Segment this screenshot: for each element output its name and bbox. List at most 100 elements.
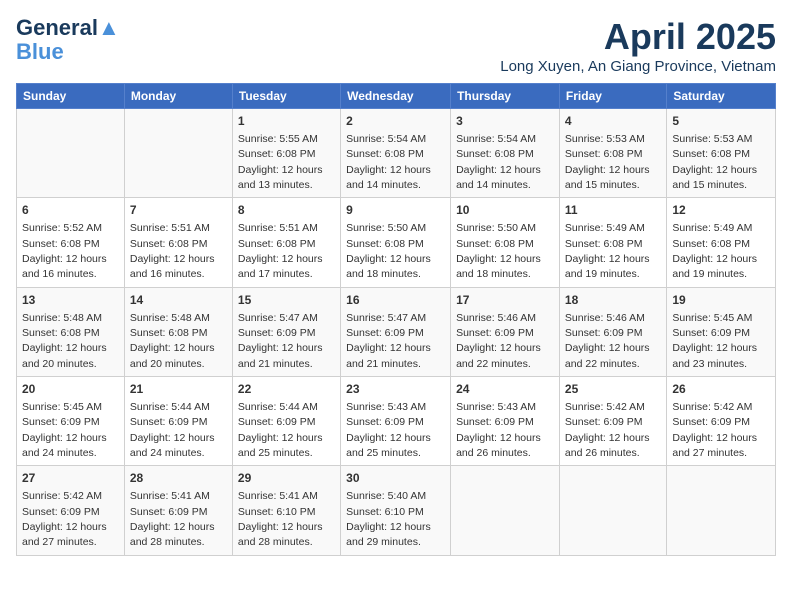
- calendar-cell: 22 Sunrise: 5:44 AM Sunset: 6:09 PM Dayli…: [232, 377, 340, 466]
- page-header: General▲ Blue April 2025 Long Xuyen, An …: [16, 16, 776, 75]
- calendar-cell: 18 Sunrise: 5:46 AM Sunset: 6:09 PM Dayli…: [559, 287, 666, 376]
- day-number: 26: [672, 381, 770, 398]
- day-info: Sunrise: 5:50 AM Sunset: 6:08 PM Dayligh…: [456, 222, 541, 280]
- day-number: 12: [672, 202, 770, 219]
- day-info: Sunrise: 5:51 AM Sunset: 6:08 PM Dayligh…: [130, 222, 215, 280]
- day-number: 13: [22, 292, 119, 309]
- header-sunday: Sunday: [17, 84, 125, 109]
- calendar-cell: 6 Sunrise: 5:52 AM Sunset: 6:08 PM Daylig…: [17, 198, 125, 287]
- day-info: Sunrise: 5:48 AM Sunset: 6:08 PM Dayligh…: [22, 312, 107, 370]
- day-info: Sunrise: 5:48 AM Sunset: 6:08 PM Dayligh…: [130, 312, 215, 370]
- day-number: 5: [672, 113, 770, 130]
- day-number: 4: [565, 113, 661, 130]
- title-block: April 2025 Long Xuyen, An Giang Province…: [500, 16, 776, 75]
- day-number: 23: [346, 381, 445, 398]
- calendar-cell: 1 Sunrise: 5:55 AM Sunset: 6:08 PM Daylig…: [232, 109, 340, 198]
- day-number: 21: [130, 381, 227, 398]
- calendar-cell: 15Sunrise: 5:47 AM Sunset: 6:09 PM Dayli…: [232, 287, 340, 376]
- calendar-subtitle: Long Xuyen, An Giang Province, Vietnam: [500, 58, 776, 75]
- day-info: Sunrise: 5:42 AM Sunset: 6:09 PM Dayligh…: [565, 401, 650, 459]
- calendar-cell: 10 Sunrise: 5:50 AM Sunset: 6:08 PM Dayli…: [451, 198, 560, 287]
- day-info: Sunrise: 5:46 AM Sunset: 6:09 PM Dayligh…: [456, 312, 541, 370]
- calendar-cell: 26 Sunrise: 5:42 AM Sunset: 6:09 PM Dayli…: [667, 377, 776, 466]
- day-info: Sunrise: 5:41 AM Sunset: 6:10 PM Dayligh…: [238, 490, 323, 548]
- calendar-cell: 14 Sunrise: 5:48 AM Sunset: 6:08 PM Dayli…: [124, 287, 232, 376]
- calendar-table: SundayMondayTuesdayWednesdayThursdayFrid…: [16, 83, 776, 556]
- day-number: 1: [238, 113, 335, 130]
- calendar-cell: 21 Sunrise: 5:44 AM Sunset: 6:09 PM Dayli…: [124, 377, 232, 466]
- day-number: 18: [565, 292, 661, 309]
- day-info: Sunrise: 5:53 AM Sunset: 6:08 PM Dayligh…: [672, 133, 757, 191]
- day-number: 6: [22, 202, 119, 219]
- calendar-cell: 2 Sunrise: 5:54 AM Sunset: 6:08 PM Daylig…: [341, 109, 451, 198]
- day-info: Sunrise: 5:46 AM Sunset: 6:09 PM Dayligh…: [565, 312, 650, 370]
- day-number: 2: [346, 113, 445, 130]
- day-info: Sunrise: 5:41 AM Sunset: 6:09 PM Dayligh…: [130, 490, 215, 548]
- calendar-cell: 19 Sunrise: 5:45 AM Sunset: 6:09 PM Dayli…: [667, 287, 776, 376]
- day-info: Sunrise: 5:55 AM Sunset: 6:08 PM Dayligh…: [238, 133, 323, 191]
- day-info: Sunrise: 5:54 AM Sunset: 6:08 PM Dayligh…: [346, 133, 431, 191]
- calendar-body: 1 Sunrise: 5:55 AM Sunset: 6:08 PM Daylig…: [17, 109, 776, 556]
- day-info: Sunrise: 5:44 AM Sunset: 6:09 PM Dayligh…: [238, 401, 323, 459]
- day-info: Sunrise: 5:51 AM Sunset: 6:08 PM Dayligh…: [238, 222, 323, 280]
- calendar-cell: [451, 466, 560, 555]
- calendar-week-4: 27 Sunrise: 5:42 AM Sunset: 6:09 PM Dayli…: [17, 466, 776, 555]
- logo-text-line1: General▲: [16, 16, 120, 40]
- logo: General▲ Blue: [16, 16, 120, 64]
- header-friday: Friday: [559, 84, 666, 109]
- day-info: Sunrise: 5:53 AM Sunset: 6:08 PM Dayligh…: [565, 133, 650, 191]
- calendar-cell: 29 Sunrise: 5:41 AM Sunset: 6:10 PM Dayli…: [232, 466, 340, 555]
- calendar-week-0: 1 Sunrise: 5:55 AM Sunset: 6:08 PM Daylig…: [17, 109, 776, 198]
- calendar-cell: 27 Sunrise: 5:42 AM Sunset: 6:09 PM Dayli…: [17, 466, 125, 555]
- calendar-cell: 13 Sunrise: 5:48 AM Sunset: 6:08 PM Dayli…: [17, 287, 125, 376]
- day-number: 11: [565, 202, 661, 219]
- day-number: 17: [456, 292, 554, 309]
- day-info: Sunrise: 5:43 AM Sunset: 6:09 PM Dayligh…: [346, 401, 431, 459]
- day-info: Sunrise: 5:43 AM Sunset: 6:09 PM Dayligh…: [456, 401, 541, 459]
- day-number: 24: [456, 381, 554, 398]
- header-tuesday: Tuesday: [232, 84, 340, 109]
- day-number: 15: [238, 292, 335, 309]
- day-number: 7: [130, 202, 227, 219]
- day-number: 28: [130, 470, 227, 487]
- calendar-week-3: 20Sunrise: 5:45 AM Sunset: 6:09 PM Dayli…: [17, 377, 776, 466]
- calendar-title: April 2025: [500, 16, 776, 58]
- header-thursday: Thursday: [451, 84, 560, 109]
- logo-triangle-icon: ▲: [98, 15, 120, 40]
- calendar-cell: 12 Sunrise: 5:49 AM Sunset: 6:08 PM Dayli…: [667, 198, 776, 287]
- day-info: Sunrise: 5:47 AM Sunset: 6:09 PM Dayligh…: [346, 312, 431, 370]
- day-info: Sunrise: 5:49 AM Sunset: 6:08 PM Dayligh…: [565, 222, 650, 280]
- calendar-cell: [667, 466, 776, 555]
- day-number: 9: [346, 202, 445, 219]
- calendar-cell: [124, 109, 232, 198]
- calendar-week-1: 6 Sunrise: 5:52 AM Sunset: 6:08 PM Daylig…: [17, 198, 776, 287]
- calendar-cell: [17, 109, 125, 198]
- day-info: Sunrise: 5:52 AM Sunset: 6:08 PM Dayligh…: [22, 222, 107, 280]
- header-wednesday: Wednesday: [341, 84, 451, 109]
- calendar-cell: 23 Sunrise: 5:43 AM Sunset: 6:09 PM Dayli…: [341, 377, 451, 466]
- day-info: Sunrise: 5:49 AM Sunset: 6:08 PM Dayligh…: [672, 222, 757, 280]
- day-number: 22: [238, 381, 335, 398]
- calendar-cell: 4 Sunrise: 5:53 AM Sunset: 6:08 PM Daylig…: [559, 109, 666, 198]
- day-number: 10: [456, 202, 554, 219]
- day-info: Sunrise: 5:54 AM Sunset: 6:08 PM Dayligh…: [456, 133, 541, 191]
- day-number: 29: [238, 470, 335, 487]
- logo-text-line2: Blue: [16, 40, 64, 64]
- day-number: 27: [22, 470, 119, 487]
- calendar-cell: 17 Sunrise: 5:46 AM Sunset: 6:09 PM Dayli…: [451, 287, 560, 376]
- calendar-cell: 7 Sunrise: 5:51 AM Sunset: 6:08 PM Daylig…: [124, 198, 232, 287]
- calendar-cell: 28 Sunrise: 5:41 AM Sunset: 6:09 PM Dayli…: [124, 466, 232, 555]
- day-number: 30: [346, 470, 445, 487]
- calendar-cell: [559, 466, 666, 555]
- day-info: Sunrise: 5:45 AM Sunset: 6:09 PM Dayligh…: [672, 312, 757, 370]
- day-info: Sunrise: 5:50 AM Sunset: 6:08 PM Dayligh…: [346, 222, 431, 280]
- day-info: Sunrise: 5:42 AM Sunset: 6:09 PM Dayligh…: [22, 490, 107, 548]
- day-number: 16: [346, 292, 445, 309]
- calendar-cell: 8Sunrise: 5:51 AM Sunset: 6:08 PM Daylig…: [232, 198, 340, 287]
- day-info: Sunrise: 5:42 AM Sunset: 6:09 PM Dayligh…: [672, 401, 757, 459]
- day-number: 14: [130, 292, 227, 309]
- day-info: Sunrise: 5:44 AM Sunset: 6:09 PM Dayligh…: [130, 401, 215, 459]
- day-number: 19: [672, 292, 770, 309]
- header-monday: Monday: [124, 84, 232, 109]
- day-number: 25: [565, 381, 661, 398]
